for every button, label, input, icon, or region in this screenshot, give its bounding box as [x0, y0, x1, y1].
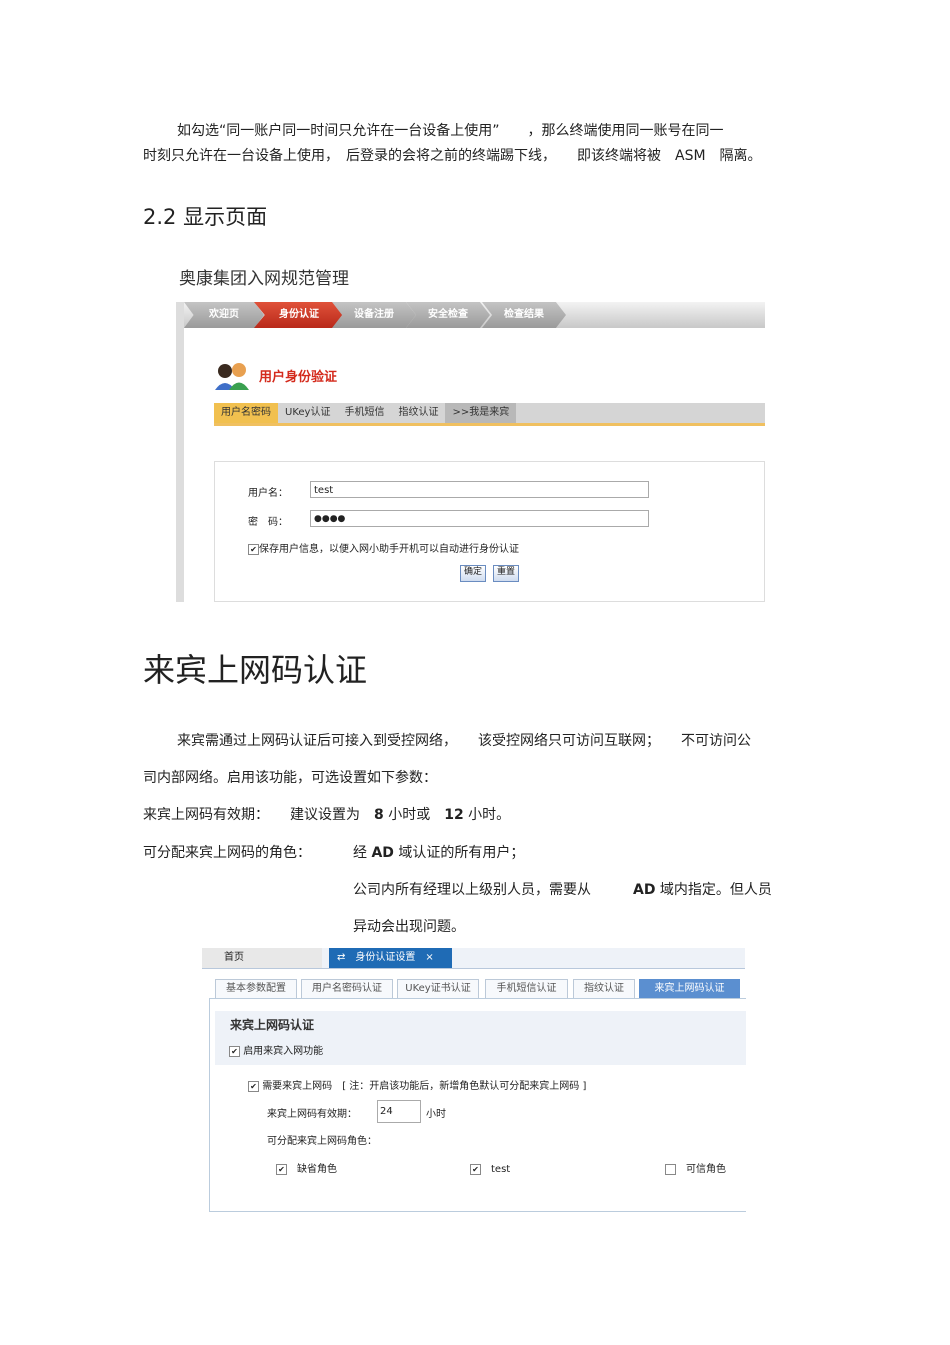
tab-password[interactable]: 用户名密码认证: [301, 979, 393, 998]
tab-fingerprint[interactable]: 指纹认证: [391, 403, 445, 423]
tab-password[interactable]: 用户名密码: [214, 403, 278, 423]
text: 经: [353, 845, 367, 861]
body-line: 可分配来宾上网码的角色：: [143, 845, 311, 861]
body-line: 经 AD 域认证的所有用户；: [353, 842, 524, 862]
section-box: 来宾上网码认证 ✔ 启用来宾入网功能: [215, 1011, 746, 1065]
password-input[interactable]: ●●●●: [310, 510, 649, 527]
login-screenshot: 奥康集团入网规范管理 欢迎页 身份认证 设备注册 安全检查 检查结果 用户身份验…: [176, 262, 765, 602]
active-tab-label: 身份认证设置: [355, 952, 416, 963]
role-label: 缺省角色: [297, 1164, 337, 1175]
body-line: 司内部网络。启用该功能，可选设置如下参数：: [143, 770, 437, 786]
require-checkbox[interactable]: ✔: [248, 1080, 259, 1092]
text: 来宾上网码有效期：: [143, 807, 262, 823]
tab-ukey[interactable]: UKey证书认证: [397, 979, 479, 998]
text: 8: [374, 807, 384, 823]
step-auth[interactable]: 身份认证: [254, 302, 344, 328]
app-title: 奥康集团入网规范管理: [179, 269, 349, 289]
close-icon[interactable]: ×: [425, 952, 433, 963]
enable-label: 启用来宾入网功能: [243, 1046, 324, 1057]
roles-label: 可分配来宾上网码角色：: [267, 1136, 377, 1147]
role-checkbox[interactable]: ✔: [470, 1163, 481, 1175]
side-strip: [176, 302, 184, 602]
require-label: 需要来宾上网码: [262, 1081, 333, 1092]
validity-unit: 小时: [426, 1109, 446, 1120]
big-heading: 来宾上网码认证: [143, 651, 368, 689]
text: 小时或: [388, 807, 431, 823]
enable-checkbox[interactable]: ✔: [229, 1045, 240, 1057]
ok-button[interactable]: 确定: [460, 565, 487, 582]
text: 建议设置为: [290, 807, 360, 823]
save-label: 保存用户信息，以便入网小助手开机可以自动进行身份认证: [259, 544, 519, 555]
tab-basic[interactable]: 基本参数配置: [215, 979, 297, 998]
paragraph-line: 如勾选“同一账户同一时间只允许在一台设备上使用” ，那么终端使用同一账号在同一: [177, 123, 724, 139]
tab-fingerprint[interactable]: 指纹认证: [573, 979, 635, 998]
body-line: 公司内所有经理以上级别人员，需要从 AD 域内指定。但人员: [353, 879, 772, 899]
role-label: 可信角色: [686, 1164, 726, 1175]
paragraph-line: 时刻只允许在一台设备上使用， 后登录的会将之前的终端踢下线， 即该终端将被 AS…: [143, 148, 762, 164]
tab-guest-code[interactable]: 来宾上网码认证: [639, 979, 740, 998]
password-label: 密 码：: [248, 517, 288, 528]
body-line: 来宾上网码有效期： 建议设置为 8 小时或 12 小时。: [143, 804, 510, 824]
text: 12: [444, 807, 464, 823]
auth-heading: 用户身份验证: [259, 370, 338, 385]
body-line: 异动会出现问题。: [353, 919, 465, 935]
validity-input[interactable]: 24: [377, 1100, 421, 1123]
text: AD: [633, 882, 656, 898]
auth-tabs: 用户名密码 UKey认证 手机短信 指纹认证 >>我是来宾: [214, 403, 765, 426]
role-checkbox[interactable]: [665, 1163, 676, 1175]
section-heading: 2.2 显示页面: [143, 205, 268, 229]
save-checkbox[interactable]: ✔: [248, 543, 259, 555]
text: 小时。: [468, 807, 511, 823]
text: AD: [371, 845, 394, 861]
step-bar: 欢迎页 身份认证 设备注册 安全检查 检查结果: [184, 302, 765, 328]
settings-screenshot: 首页 ⇄ 身份认证设置 × 基本参数配置 用户名密码认证 UKey证书认证 手机…: [202, 948, 746, 1212]
step-security[interactable]: 安全检查: [406, 302, 490, 328]
text: 域认证的所有用户；: [398, 845, 525, 861]
document-page: 如勾选“同一账户同一时间只允许在一台设备上使用” ，那么终端使用同一账号在同一 …: [0, 0, 950, 1345]
tab-sms[interactable]: 手机短信: [337, 403, 391, 423]
note: [ 注：开启该功能后，新增角色默认可分配来宾上网码 ]: [342, 1081, 587, 1092]
refresh-icon: ⇄: [337, 952, 346, 963]
text: 域内指定。但人员: [659, 882, 772, 898]
tab-ukey[interactable]: UKey认证: [278, 403, 337, 423]
body-line: 来宾需通过上网码认证后可接入到受控网络， 该受控网络只可访问互联网； 不可访问公: [177, 733, 751, 749]
section-title: 来宾上网码认证: [230, 1018, 315, 1032]
users-icon: [215, 363, 249, 390]
settings-panel: 来宾上网码认证 ✔ 启用来宾入网功能 ✔ 需要来宾上网码 [ 注：开启该功能后，…: [209, 998, 746, 1212]
tab-guest[interactable]: >>我是来宾: [445, 403, 517, 423]
reset-button[interactable]: 重置: [493, 565, 520, 582]
role-checkbox[interactable]: ✔: [276, 1163, 287, 1175]
tab-sms[interactable]: 手机短信认证: [485, 979, 568, 998]
validity-label: 来宾上网码有效期：: [267, 1109, 357, 1120]
login-form: 用户名： test 密 码： ●●●● ✔ 保存用户信息，以便入网小助手开机可以自…: [214, 461, 765, 602]
step-result[interactable]: 检查结果: [482, 302, 566, 328]
step-register[interactable]: 设备注册: [332, 302, 416, 328]
username-input[interactable]: test: [310, 481, 649, 498]
step-welcome[interactable]: 欢迎页: [184, 302, 264, 328]
username-label: 用户名：: [248, 488, 288, 499]
active-tab[interactable]: ⇄ 身份认证设置 ×: [329, 948, 452, 968]
text: 公司内所有经理以上级别人员，需要从: [353, 882, 591, 898]
home-tab[interactable]: 首页: [202, 948, 322, 968]
role-label: test: [491, 1164, 511, 1175]
